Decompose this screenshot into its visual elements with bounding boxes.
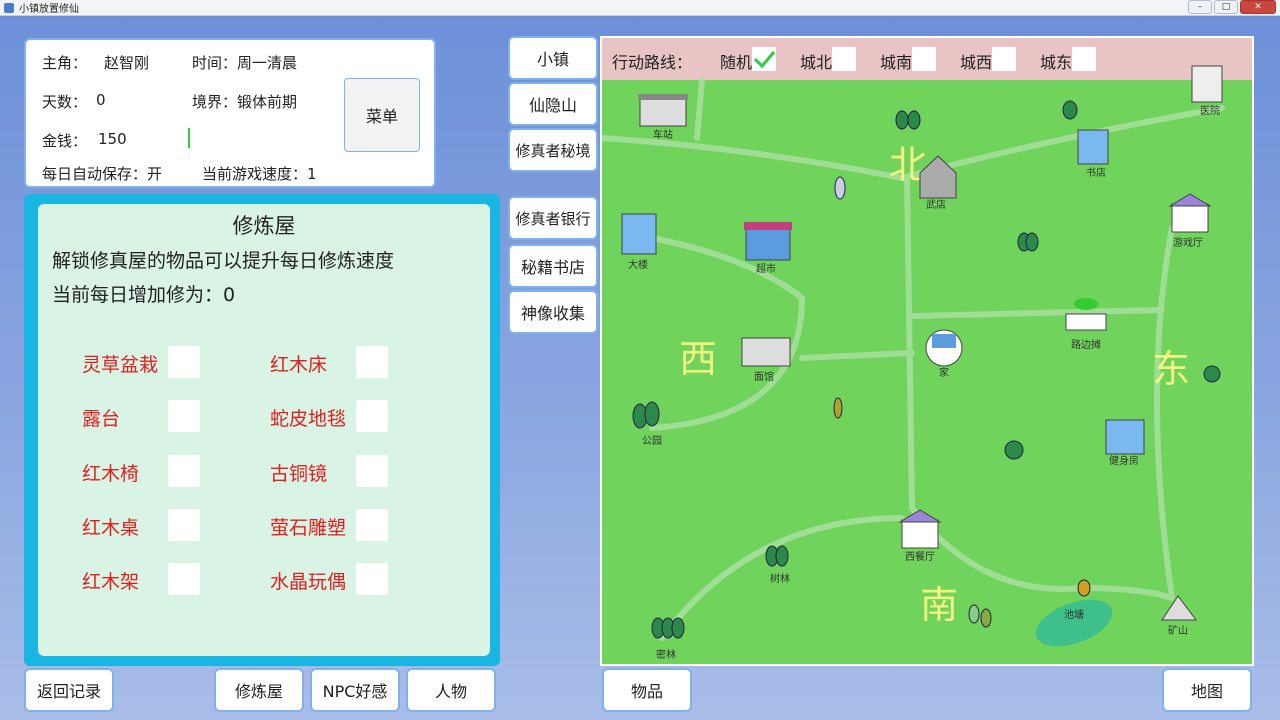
protagonist-name: 赵智刚 [104,54,150,72]
location-label: 路边摊 [1071,340,1101,351]
location-label: 大楼 [628,260,648,271]
realm-label: 境界：锻体前期 [192,93,298,111]
cultivation-room-button[interactable]: 修炼屋 [214,668,304,712]
nav-bank-button[interactable]: 修真者银行 [508,196,598,240]
item-checkbox[interactable] [168,400,200,432]
item-checkbox[interactable] [356,400,388,432]
town-map: 行动路线： 随机 城北 城南 城西 城东 北 西 东 南 车站 医院 书店 武店… [600,36,1254,666]
item-checkbox[interactable] [168,563,200,595]
character-button[interactable]: 人物 [406,668,496,712]
map-buildings [621,65,1223,639]
location-label: 池塘 [1064,610,1084,621]
location-label: 超市 [756,264,776,275]
item-label: 萤石雕塑 [270,517,347,539]
location-label: 面馆 [754,372,774,383]
item-label: 蛇皮地毯 [270,408,347,430]
cultivation-room-title: 修炼屋 [232,214,296,238]
days-value: 0 [96,91,106,109]
item-checkbox[interactable] [356,455,388,487]
location-label: 家 [939,368,949,379]
item-label: 灵草盆栽 [82,354,159,376]
menu-button[interactable]: 菜单 [344,78,420,152]
nav-statues-button[interactable]: 神像收集 [508,290,598,334]
text-caret [188,128,190,148]
restaurant-icon[interactable] [898,509,942,549]
days-label: 天数： [42,93,88,111]
location-label: 密林 [656,650,676,661]
protagonist-label: 主角： [42,54,88,72]
street-stall-icon[interactable] [1065,298,1107,331]
item-label: 红木架 [82,571,140,593]
autosave-status: 每日自动保存：开 [42,165,163,183]
nav-secret-realm-button[interactable]: 修真者秘境 [508,128,598,172]
item-label: 露台 [82,408,121,430]
maximize-icon[interactable]: □ [1214,0,1238,14]
location-label: 书店 [1086,168,1106,179]
item-label: 红木椅 [82,463,140,485]
item-checkbox[interactable] [356,509,388,541]
station-icon[interactable] [638,94,688,127]
close-icon[interactable]: ✕ [1240,0,1276,14]
item-checkbox[interactable] [356,563,388,595]
location-label: 武店 [926,200,946,211]
item-label: 红木桌 [82,517,140,539]
status-panel: 主角： 赵智刚 时间：周一清晨 天数： 0 境界：锻体前期 金钱： 150 每日… [24,38,436,188]
location-label: 车站 [653,130,673,141]
building-icon[interactable] [621,213,657,255]
back-record-button[interactable]: 返回记录 [24,668,114,712]
supermarket-icon[interactable] [744,222,792,261]
minimize-icon[interactable]: – [1188,0,1212,14]
location-label: 健身房 [1109,456,1139,467]
home-icon[interactable] [925,329,963,367]
location-label: 矿山 [1168,626,1188,637]
money-label: 金钱： [42,132,88,150]
item-checkbox[interactable] [168,509,200,541]
cultivation-description: 解锁修真屋的物品可以提升每日修炼速度 [52,250,395,272]
item-label: 红木床 [270,354,328,376]
mine-icon[interactable] [1161,595,1197,621]
items-button[interactable]: 物品 [602,668,692,712]
item-label: 古铜镜 [270,463,328,485]
hospital-icon[interactable] [1191,65,1223,103]
gym-icon[interactable] [1105,419,1145,455]
location-label: 游戏厅 [1173,238,1203,249]
location-label: 医院 [1200,106,1220,117]
location-label: 树林 [770,574,790,585]
cultivation-bonus: 当前每日增加修为：0 [52,284,236,306]
time-label: 时间：周一清晨 [192,54,298,72]
item-checkbox[interactable] [168,455,200,487]
money-value: 150 [98,130,127,148]
map-button[interactable]: 地图 [1162,668,1252,712]
nav-bookstore-button[interactable]: 秘籍书店 [508,244,598,288]
nav-xianyin-mountain-button[interactable]: 仙隐山 [508,82,598,126]
bookshop-icon[interactable] [1077,129,1109,165]
nav-town-button[interactable]: 小镇 [508,36,598,80]
arcade-icon[interactable] [1168,193,1212,233]
item-checkbox[interactable] [356,346,388,378]
game-speed: 当前游戏速度：1 [202,165,317,183]
cultivation-room-panel: 修炼屋 解锁修真屋的物品可以提升每日修炼速度 当前每日增加修为：0 灵草盆栽 红… [24,194,500,666]
noodle-shop-icon[interactable] [741,337,791,367]
app-icon [4,2,14,13]
window-title: 小镇放置修仙 [19,4,79,15]
cultivation-room-content: 修炼屋 解锁修真屋的物品可以提升每日修炼速度 当前每日增加修为：0 灵草盆栽 红… [38,204,490,656]
window-controls: – □ ✕ [1188,0,1276,14]
location-label: 西餐厅 [905,552,935,563]
item-label: 水晶玩偶 [270,571,347,593]
npc-favor-button[interactable]: NPC好感 [310,668,400,712]
item-checkbox[interactable] [168,346,200,378]
weapon-shop-icon[interactable] [919,155,957,199]
window-titlebar: 小镇放置修仙 – □ ✕ [0,0,1280,16]
location-label: 公园 [642,436,662,447]
